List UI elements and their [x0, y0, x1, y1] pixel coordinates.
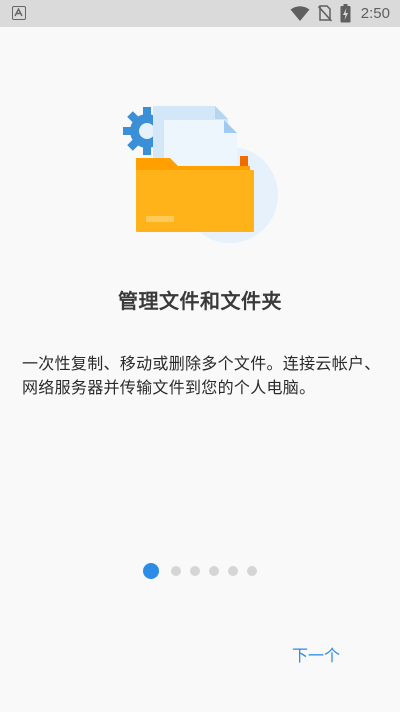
status-time: 2:50: [360, 5, 390, 22]
page-dot-2[interactable]: [170, 566, 181, 576]
onboarding-title: 管理文件和文件夹: [118, 289, 282, 313]
page-dot-6[interactable]: [246, 566, 257, 576]
app-notification-icon: [12, 6, 26, 20]
page-dot-1-active[interactable]: [143, 563, 160, 579]
no-sim-icon: [317, 5, 332, 22]
page-dot-3[interactable]: [189, 566, 200, 576]
onboarding-description: 一次性复制、移动或删除多个文件。连接云帐户、网络服务器并传输文件到您的个人电脑。: [22, 354, 381, 397]
status-bar: 2:50: [0, 0, 400, 27]
wifi-icon: [290, 5, 310, 21]
folder-with-documents-and-gear-icon: [123, 106, 278, 243]
battery-charging-icon: [340, 4, 351, 23]
status-icons: 2:50: [290, 0, 390, 27]
page-indicator: [0, 563, 400, 579]
page-dot-4[interactable]: [208, 566, 219, 576]
onboarding-screen: 2:50 管理文件和文件夹 一次性复制、移动或删除多个文件。连接云帐户、网络服务…: [0, 0, 400, 712]
page-dot-5[interactable]: [227, 566, 238, 576]
next-button[interactable]: 下一个: [279, 641, 353, 667]
